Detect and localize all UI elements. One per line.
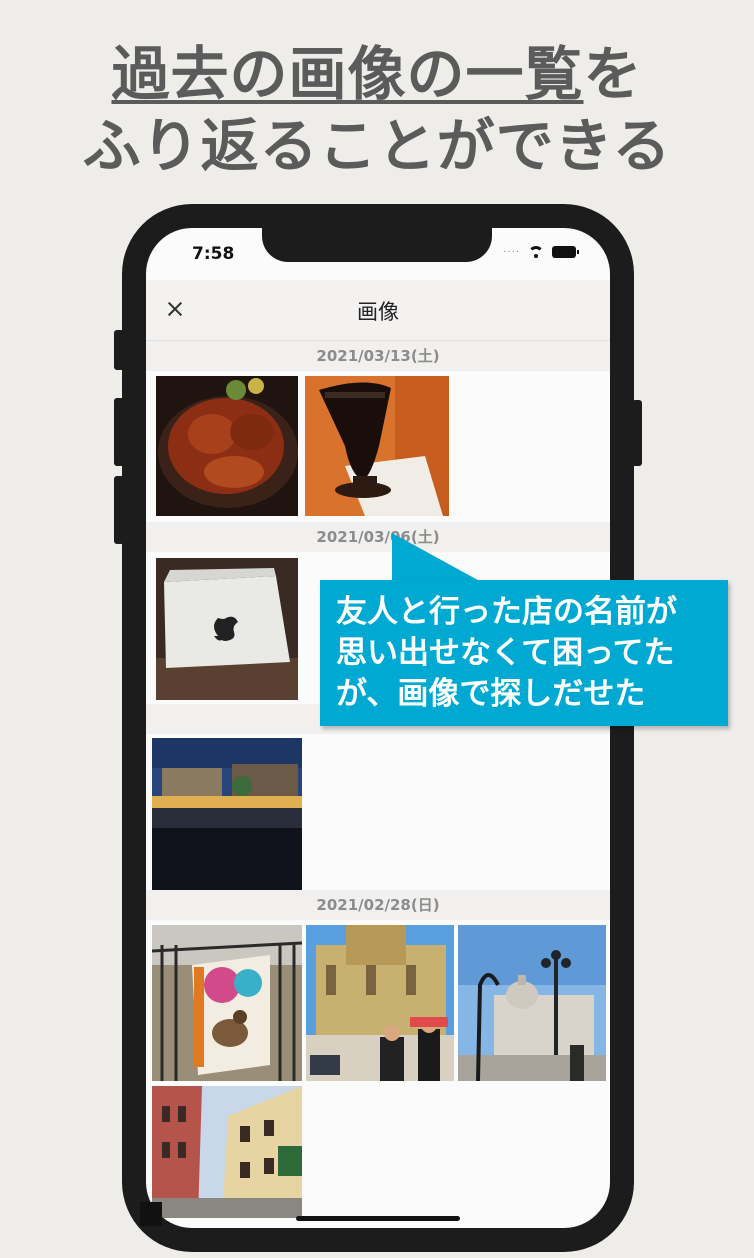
notch — [262, 226, 492, 262]
headline: 過去の画像の一覧を ふり返ることができる — [0, 38, 754, 182]
date-header: 2021/03/13(土) — [146, 341, 610, 371]
date-header: 2021/03/06(土) — [146, 522, 610, 552]
volume-down-button — [114, 476, 124, 544]
date-header: 2021/02/28(日) — [146, 890, 610, 920]
phone-screen: 7:58 ···· 画像 2021/03/13(土) 2021/03/06(土)… — [146, 228, 610, 1228]
photo-lamp-cathedral[interactable] — [458, 925, 606, 1081]
callout-line-3: が、画像で探しだせた — [336, 676, 646, 712]
nav-bar: 画像 — [146, 280, 610, 341]
callout-box: 友人と行った店の名前が 思い出せなくて困ってた が、画像で探しだせた — [320, 580, 728, 726]
photo-night-street[interactable] — [152, 738, 302, 890]
headline-line2: ふり返ることができる — [82, 112, 672, 180]
volume-up-button — [114, 398, 124, 466]
status-icons: ···· — [503, 246, 579, 258]
photo-apple-box[interactable] — [156, 558, 298, 700]
callout-line-2: 思い出せなくて困ってた — [336, 635, 675, 671]
power-button — [632, 400, 642, 466]
home-indicator — [296, 1216, 460, 1221]
headline-rest: を — [583, 40, 643, 108]
corner-marker — [140, 1202, 162, 1226]
callout-text: 友人と行った店の名前が 思い出せなくて困ってた が、画像で探しだせた — [336, 592, 726, 715]
nav-title: 画像 — [357, 300, 399, 324]
photo-food-hamburg[interactable] — [156, 376, 298, 516]
photo-beer-glass[interactable] — [305, 376, 449, 516]
wifi-icon — [528, 246, 544, 258]
headline-underlined: 過去の画像の一覧 — [111, 40, 584, 108]
status-time: 7:58 — [192, 244, 235, 264]
photo-cathedral-people[interactable] — [306, 925, 454, 1081]
battery-icon — [552, 246, 579, 258]
mute-switch — [114, 330, 124, 370]
callout-line-1: 友人と行った店の名前が — [336, 594, 677, 630]
signal-icon: ···· — [503, 246, 520, 258]
photo-street-buildings[interactable] — [152, 1086, 302, 1218]
photo-sparrow-poster[interactable] — [152, 925, 302, 1081]
